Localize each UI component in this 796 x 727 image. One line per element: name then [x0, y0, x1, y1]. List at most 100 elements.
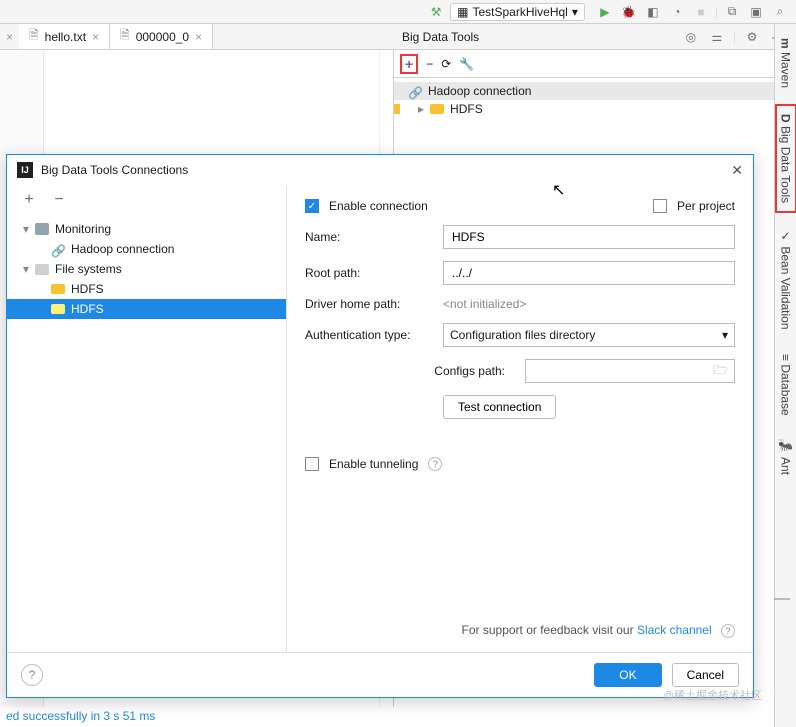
dialog-left-panel: + − ▾ Monitoring 🔗 Hadoop connection ▾ F… [7, 185, 287, 652]
collapse-icon[interactable]: — [774, 590, 790, 608]
tab-label: 000000_0 [136, 30, 189, 44]
test-connection-button[interactable]: Test connection [443, 395, 556, 419]
status-text: ed successfully in 3 s 51 ms [6, 709, 155, 723]
hammer-icon[interactable]: ⚒ [426, 2, 446, 22]
add-connection-button[interactable]: + [400, 54, 418, 74]
dialog-footer: ? OK Cancel [7, 652, 753, 697]
layout-icon[interactable]: ▣ [746, 2, 766, 22]
tree-item-hadoop[interactable]: 🔗 Hadoop connection [7, 239, 286, 259]
settings-sliders-icon[interactable]: ⚌ [707, 27, 727, 47]
checkbox-label: Enable connection [329, 199, 428, 213]
ok-button[interactable]: OK [594, 663, 661, 687]
remove-button[interactable]: − [426, 57, 433, 71]
hdfs-icon [51, 284, 65, 294]
chevron-right-icon[interactable]: ▸ [418, 102, 424, 116]
name-input[interactable] [450, 229, 728, 245]
support-text: For support or feedback visit our Slack … [305, 623, 735, 642]
git-icon[interactable]: ⧉ [722, 2, 742, 22]
rail-bean-validation[interactable]: ✓ Bean Validation [777, 221, 795, 338]
rail-big-data-tools[interactable]: D Big Data Tools [775, 104, 796, 213]
tree-group-filesystems[interactable]: ▾ File systems [7, 259, 286, 279]
help-icon[interactable]: ? [428, 457, 442, 471]
name-field[interactable] [443, 225, 735, 249]
help-icon[interactable]: ? [721, 624, 735, 638]
debug-icon[interactable]: 🐞 [619, 2, 639, 22]
coverage-icon[interactable]: ◧ [643, 2, 663, 22]
tree-item-hdfs-1[interactable]: HDFS [7, 279, 286, 299]
close-icon[interactable]: ✕ [731, 162, 743, 179]
tree-label: HDFS [450, 102, 483, 116]
wrench-icon[interactable]: 🔧 [459, 57, 474, 71]
help-button[interactable]: ? [21, 664, 43, 686]
run-config-label: TestSparkHiveHql [472, 5, 567, 19]
chevron-down-icon: ▾ [722, 328, 728, 342]
checkbox-checked-icon: ✓ [305, 199, 319, 213]
tree-item-hdfs-2[interactable]: HDFS [7, 299, 286, 319]
editor-tabs: × 🗎 hello.txt × 🗎 000000_0 × [0, 24, 394, 49]
right-tool-rail: m Maven D Big Data Tools ✓ Bean Validati… [774, 24, 796, 727]
tool-window-title: Big Data Tools [402, 30, 479, 44]
app-icon: IJ [17, 162, 33, 178]
close-icon[interactable]: × [195, 30, 202, 44]
rail-maven[interactable]: m Maven [777, 30, 795, 96]
enable-connection-checkbox[interactable]: ✓ Enable connection [305, 199, 428, 213]
tree-label: HDFS [71, 282, 104, 296]
run-icon[interactable]: ▶ [595, 2, 615, 22]
rail-ant[interactable]: 🐜 Ant [777, 431, 795, 483]
tab-hello[interactable]: 🗎 hello.txt × [19, 24, 110, 49]
folder-open-icon[interactable]: 🗁 [713, 361, 728, 382]
chevron-down-icon: ▾ [572, 5, 578, 19]
root-path-input[interactable] [450, 265, 728, 281]
checkbox-label: Per project [677, 199, 735, 213]
search-icon[interactable]: ⌕ [770, 2, 790, 22]
run-configuration-selector[interactable]: ▦ TestSparkHiveHql ▾ [450, 3, 585, 21]
refresh-icon[interactable]: ⟳ [441, 57, 451, 71]
hdfs-icon [430, 104, 444, 114]
add-button[interactable]: + [19, 190, 39, 210]
connection-icon: 🔗 [408, 86, 422, 96]
select-value: Configuration files directory [450, 328, 595, 342]
tree-label: Hadoop connection [71, 242, 174, 256]
root-path-field[interactable] [443, 261, 735, 285]
connection-icon: 🔗 [51, 244, 65, 254]
tree-label: File systems [55, 262, 122, 276]
tree-label: HDFS [71, 302, 104, 316]
tree-row-hdfs[interactable]: ▸ HDFS [394, 100, 796, 118]
checkbox-icon [653, 199, 667, 213]
cancel-button[interactable]: Cancel [672, 663, 739, 687]
main-toolbar: ⚒ ▦ TestSparkHiveHql ▾ ▶ 🐞 ◧ ◔ ■ | ⧉ ▣ ⌕ [0, 0, 796, 24]
marker [394, 104, 400, 114]
enable-tunneling-checkbox[interactable]: Enable tunneling ? [305, 457, 735, 471]
profile-icon[interactable]: ◔ [667, 2, 687, 22]
tree-row-hadoop[interactable]: 🔗 Hadoop connection [394, 82, 796, 100]
per-project-checkbox[interactable]: Per project [653, 199, 735, 213]
stop-icon[interactable]: ■ [691, 2, 711, 22]
dialog-right-panel: ✓ Enable connection Per project Name: Ro… [287, 185, 753, 652]
dialog-title: Big Data Tools Connections [41, 163, 188, 177]
tab-label: hello.txt [45, 30, 86, 44]
tab-close-left[interactable]: × [0, 24, 19, 49]
driver-home-value: <not initialized> [443, 297, 526, 311]
target-icon[interactable]: ◎ [681, 27, 701, 47]
tree-group-monitoring[interactable]: ▾ Monitoring [7, 219, 286, 239]
rail-database[interactable]: ≡ Database [777, 346, 795, 424]
driver-home-label: Driver home path: [305, 297, 433, 311]
tab-000000[interactable]: 🗎 000000_0 × [110, 24, 213, 49]
root-path-label: Root path: [305, 266, 433, 280]
chevron-down-icon[interactable]: ▾ [23, 222, 29, 236]
name-label: Name: [305, 230, 433, 244]
tree-label: Hadoop connection [428, 84, 531, 98]
slack-link[interactable]: Slack channel [637, 623, 712, 637]
folder-icon [35, 264, 49, 275]
file-icon: 🗎 [29, 26, 39, 47]
close-icon[interactable]: × [92, 30, 99, 44]
watermark: @稀土掘金技术社区 [663, 687, 762, 703]
auth-type-select[interactable]: Configuration files directory ▾ [443, 323, 735, 347]
configs-path-field[interactable]: 🗁 [525, 359, 735, 383]
remove-button[interactable]: − [49, 190, 69, 210]
run-config-icon: ▦ [457, 5, 468, 19]
chevron-down-icon[interactable]: ▾ [23, 262, 29, 276]
gear-icon[interactable]: ⚙ [742, 27, 762, 47]
connections-tree: 🔗 Hadoop connection ▸ HDFS [394, 78, 796, 122]
tree-label: Monitoring [55, 222, 111, 236]
